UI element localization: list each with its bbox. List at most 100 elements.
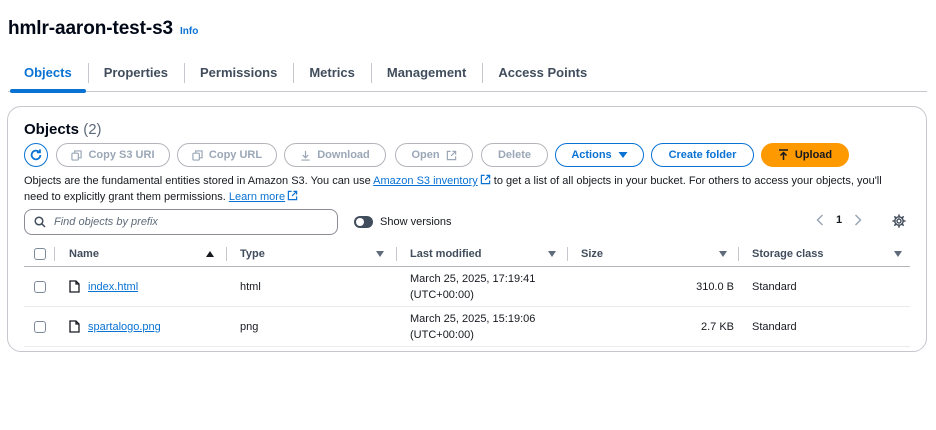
delete-button[interactable]: Delete <box>481 143 548 167</box>
chevron-right-icon[interactable] <box>854 214 862 226</box>
row-select-cell <box>34 280 46 293</box>
row-checkbox[interactable] <box>34 320 46 333</box>
search-icon <box>34 216 46 228</box>
delete-label: Delete <box>497 149 532 161</box>
objects-description: Objects are the fundamental entities sto… <box>24 173 904 205</box>
search-input[interactable] <box>54 216 324 228</box>
column-header-name[interactable]: Name <box>69 248 99 260</box>
copy-icon <box>71 149 83 161</box>
copy-s3-uri-button[interactable]: Copy S3 URI <box>56 143 170 167</box>
download-label: Download <box>317 149 370 161</box>
row-select-cell <box>34 320 46 333</box>
external-link-icon <box>480 174 490 185</box>
column-header-size[interactable]: Size <box>581 248 603 260</box>
object-size: 310.0 B <box>696 280 734 293</box>
table-header: Name Type Last modified Size Storage cla… <box>24 241 910 267</box>
upload-icon <box>778 149 788 160</box>
caret-down-icon <box>618 152 628 158</box>
tab-metrics[interactable]: Metrics <box>293 58 371 91</box>
refresh-button[interactable] <box>24 143 48 167</box>
upload-button[interactable]: Upload <box>761 143 849 167</box>
sort-icon[interactable] <box>719 251 727 257</box>
show-versions-label: Show versions <box>380 216 452 228</box>
actions-label: Actions <box>571 149 612 161</box>
tab-properties[interactable]: Properties <box>87 58 184 91</box>
last-modified-date: March 25, 2025, 17:19:41 <box>410 272 536 285</box>
column-divider <box>226 247 227 261</box>
last-modified-timezone: (UTC+00:00) <box>410 328 474 341</box>
copy-s3-uri-label: Copy S3 URI <box>88 149 155 161</box>
objects-count: (2) <box>83 121 102 138</box>
table-preferences-button[interactable] <box>892 214 906 233</box>
column-divider <box>567 247 568 261</box>
objects-heading: Objects (2) <box>24 121 102 138</box>
table-row: spartalogo.png png March 25, 2025, 15:19… <box>24 307 910 347</box>
sort-ascending-icon[interactable] <box>206 251 214 257</box>
gear-icon <box>892 214 906 228</box>
external-link-icon <box>446 150 456 160</box>
select-all-checkbox[interactable] <box>34 247 46 260</box>
create-folder-label: Create folder <box>668 149 737 161</box>
tab-objects[interactable]: Objects <box>8 58 88 93</box>
actions-dropdown[interactable]: Actions <box>555 143 644 167</box>
show-versions-toggle[interactable] <box>354 216 373 228</box>
table-row: index.html html March 25, 2025, 17:19:41… <box>24 267 910 307</box>
bucket-tabs: Objects Properties Permissions Metrics M… <box>8 58 927 93</box>
copy-url-label: Copy URL <box>208 149 263 161</box>
download-icon <box>301 150 310 161</box>
object-size: 2.7 KB <box>700 320 734 333</box>
object-last-modified: March 25, 2025, 15:19:06 (UTC+00:00) <box>410 311 535 343</box>
upload-label: Upload <box>794 149 833 161</box>
copy-url-button[interactable]: Copy URL <box>177 143 277 167</box>
download-button[interactable]: Download <box>284 143 386 167</box>
s3-inventory-link-label: Amazon S3 inventory <box>373 175 478 187</box>
object-type: png <box>240 320 259 333</box>
tab-management[interactable]: Management <box>370 58 482 91</box>
page-number[interactable]: 1 <box>836 214 842 226</box>
bucket-header: hmlr-aaron-test-s3 Info <box>8 18 198 40</box>
sort-icon[interactable] <box>548 251 556 257</box>
chevron-left-icon[interactable] <box>816 214 824 226</box>
objects-toolbar: Copy S3 URI Copy URL Download Open Delet… <box>24 143 849 167</box>
toggle-knob <box>356 218 364 226</box>
last-modified-date: March 25, 2025, 15:19:06 <box>410 312 536 325</box>
row-checkbox[interactable] <box>34 280 46 293</box>
info-link[interactable]: Info <box>180 26 198 37</box>
learn-more-label: Learn more <box>228 191 286 203</box>
open-label: Open <box>411 149 440 161</box>
last-modified-timezone: (UTC+00:00) <box>410 288 474 301</box>
select-all-cell <box>34 247 46 260</box>
learn-more-link[interactable]: Learn more <box>228 190 298 203</box>
object-type: html <box>240 280 261 293</box>
column-divider <box>396 247 397 261</box>
object-name-link[interactable]: index.html <box>88 281 138 293</box>
object-name-link[interactable]: spartalogo.png <box>88 321 161 333</box>
column-header-last-modified[interactable]: Last modified <box>410 248 482 260</box>
sort-icon[interactable] <box>376 251 384 257</box>
column-header-type[interactable]: Type <box>240 248 265 260</box>
refresh-icon <box>30 149 42 161</box>
object-last-modified: March 25, 2025, 17:19:41 (UTC+00:00) <box>410 271 535 303</box>
open-button[interactable]: Open <box>395 143 473 167</box>
create-folder-button[interactable]: Create folder <box>651 143 754 167</box>
column-divider <box>54 247 55 261</box>
objects-panel: Objects (2) Copy S3 URI Copy URL Downloa… <box>7 106 927 352</box>
sort-icon[interactable] <box>894 251 902 257</box>
object-storage-class: Standard <box>752 320 797 333</box>
bucket-name: hmlr-aaron-test-s3 <box>8 18 174 39</box>
object-name-cell: spartalogo.png <box>69 320 161 333</box>
tab-permissions[interactable]: Permissions <box>184 58 293 91</box>
objects-title: Objects <box>24 121 80 138</box>
file-icon <box>69 320 80 333</box>
column-divider <box>738 247 739 261</box>
file-icon <box>69 280 80 293</box>
search-box <box>24 209 338 235</box>
description-text-1: Objects are the fundamental entities sto… <box>24 175 374 187</box>
column-header-storage-class[interactable]: Storage class <box>752 248 824 260</box>
s3-inventory-link[interactable]: Amazon S3 inventory <box>373 174 491 187</box>
copy-icon <box>192 149 203 161</box>
show-versions: Show versions <box>354 216 452 228</box>
external-link-icon <box>287 190 298 201</box>
tab-access-points[interactable]: Access Points <box>482 58 603 91</box>
objects-table: Name Type Last modified Size Storage cla… <box>24 241 910 347</box>
